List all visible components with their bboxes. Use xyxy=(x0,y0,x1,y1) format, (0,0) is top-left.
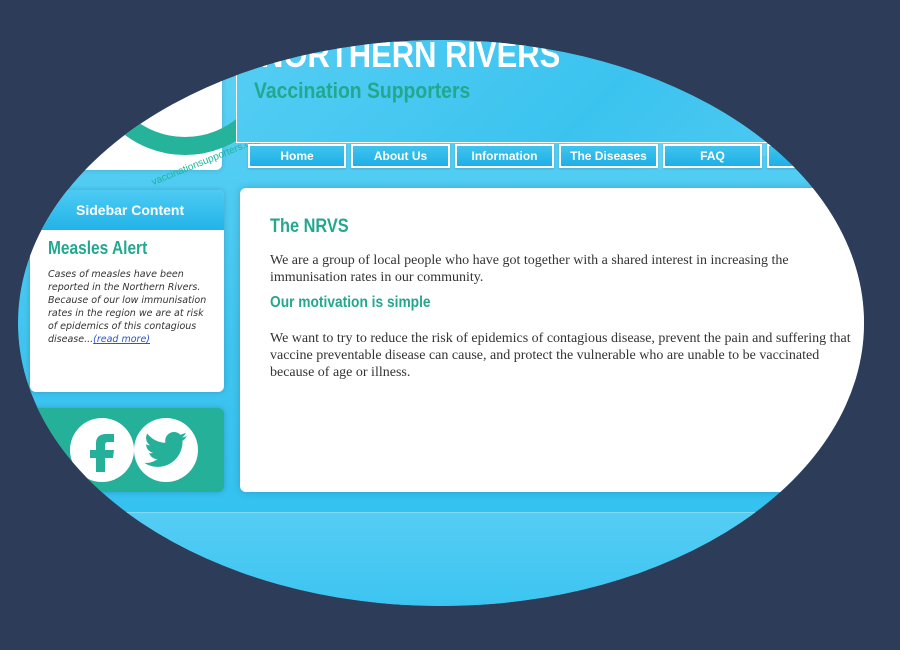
facebook-icon[interactable] xyxy=(70,418,134,482)
read-more-link[interactable]: (read more) xyxy=(93,334,150,345)
footer-band xyxy=(18,512,864,606)
nav-item-about-us[interactable]: About Us xyxy=(351,144,450,168)
nav-item-the-diseases[interactable]: The Diseases xyxy=(559,144,658,168)
page-heading: The NRVS xyxy=(270,216,349,237)
section-subheading: Our motivation is simple xyxy=(270,294,431,311)
intro-paragraph: We are a group of local people who have … xyxy=(270,253,789,285)
nav-item-information[interactable]: Information xyxy=(455,144,554,168)
measles-alert-text: Cases of measles have been reported in t… xyxy=(48,268,213,346)
sidebar-heading: Sidebar Content xyxy=(30,190,224,230)
social-panel xyxy=(30,408,224,492)
body-paragraph: We want to try to reduce the risk of epi… xyxy=(270,331,851,380)
site-header: NORTHERN RIVERS Vaccination Supporters xyxy=(236,40,857,143)
twitter-icon[interactable] xyxy=(134,418,198,482)
screenshot-lens: vaccinationsupporters.org NORTHERN RIVER… xyxy=(18,40,864,606)
measles-alert-title: Measles Alert xyxy=(48,238,148,258)
nav-item-faq[interactable]: FAQ xyxy=(663,144,762,168)
web-page: vaccinationsupporters.org NORTHERN RIVER… xyxy=(18,40,864,606)
nav-item-home[interactable]: Home xyxy=(248,144,346,168)
twitter-bird-glyph xyxy=(144,432,187,467)
site-logo[interactable]: vaccinationsupporters.org xyxy=(30,40,285,188)
site-title: NORTHERN RIVERS xyxy=(261,40,561,75)
site-subtitle: Vaccination Supporters xyxy=(254,78,471,103)
main-content-panel: The NRVS We are a group of local people … xyxy=(240,188,864,492)
facebook-glyph xyxy=(90,434,114,472)
sidebar-panel: Sidebar Content Measles Alert Cases of m… xyxy=(30,190,224,392)
nav-item-more[interactable] xyxy=(767,144,864,168)
